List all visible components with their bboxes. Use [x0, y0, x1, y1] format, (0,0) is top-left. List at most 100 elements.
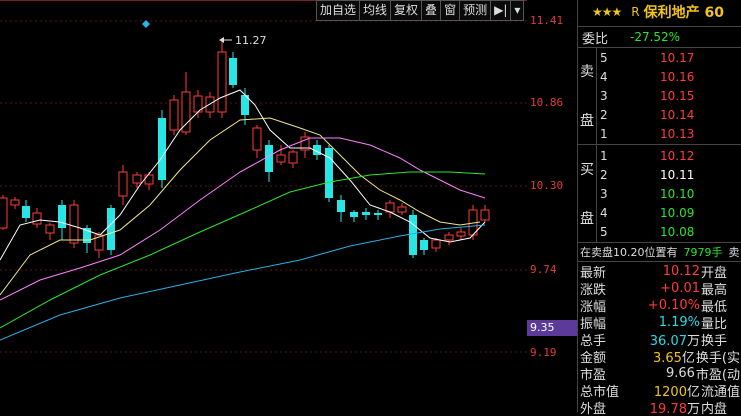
level-number: 1: [600, 148, 608, 163]
buy-level[interactable]: 4 10.09: [600, 203, 740, 222]
current-price-tag: 9.35: [527, 320, 577, 336]
candle-body: [265, 145, 273, 172]
forecast-button[interactable]: 预测: [459, 0, 492, 21]
stat-label-2: 内盘: [701, 402, 728, 416]
buy-side-label: 买 盘: [578, 145, 597, 242]
buy-level[interactable]: 2 10.11: [600, 165, 740, 184]
stat-row: 总手 36.07万 换手: [580, 331, 740, 348]
level-number: 2: [600, 107, 608, 122]
buy-book: 买 盘 1 10.12 2 10.11 3 10.10 4 10.09 5 10.08: [578, 145, 741, 243]
candle-body: [444, 234, 454, 241]
stat-label-2: 市盈(动: [695, 368, 740, 382]
ma-button[interactable]: 均线: [359, 0, 392, 21]
adjust-button[interactable]: 复权: [390, 0, 423, 21]
sell-book: 卖 盘 5 10.17 4 10.16 3 10.15 2 10.14 1 10.13: [578, 47, 741, 145]
axis-label: 10.30: [530, 179, 564, 192]
stat-row: 振幅 1.19% 量比: [580, 314, 740, 331]
order-note: 在卖盘10.20位置有 7979手 卖: [578, 243, 741, 262]
stat-label: 最新: [580, 266, 607, 280]
buy-label-1: 买: [580, 162, 594, 179]
stat-value: +0.01: [660, 281, 700, 296]
level-price: 10.17: [660, 50, 695, 65]
level-number: 5: [600, 224, 608, 239]
level-number: 5: [600, 50, 608, 65]
candle-body: [276, 154, 286, 163]
pin-icon[interactable]: ▶|: [490, 0, 512, 21]
buy-level[interactable]: 3 10.10: [600, 184, 740, 203]
stat-label-2: 换手(实: [695, 351, 740, 365]
axis-label: 10.86: [530, 96, 564, 109]
stat-label: 市盈: [580, 368, 607, 382]
candle-body: [350, 212, 358, 217]
candle-body: [252, 127, 262, 151]
rating-stars-icon: ★★★: [592, 5, 622, 19]
candle-body: [69, 204, 79, 244]
stat-label-2: 最高: [701, 283, 728, 297]
stock-name[interactable]: 保利地产 60: [644, 2, 724, 22]
note-text: 在卖盘10.20位置有: [580, 246, 678, 259]
candle-body: [181, 91, 191, 133]
candles-group: [0, 38, 490, 258]
sell-level[interactable]: 4 10.16: [600, 67, 740, 86]
candle-body: [409, 215, 417, 255]
stat-value: 1.19%: [658, 315, 700, 330]
level-price: 10.09: [660, 205, 695, 220]
level-price: 10.16: [660, 69, 695, 84]
buy-level[interactable]: 1 10.12: [600, 146, 740, 165]
window-button[interactable]: 窗: [440, 0, 461, 21]
sell-level[interactable]: 3 10.15: [600, 86, 740, 105]
level-price: 10.13: [660, 126, 695, 141]
weibi-label: 委比: [582, 31, 609, 47]
level-price: 10.15: [660, 88, 695, 103]
stat-value: 1200亿: [653, 385, 700, 399]
level-price: 10.08: [660, 224, 695, 239]
sell-level[interactable]: 1 10.13: [600, 124, 740, 143]
sell-level[interactable]: 5 10.17: [600, 48, 740, 67]
stat-value: +0.10%: [647, 298, 700, 313]
stat-row: 金额 3.65亿 换手(实: [580, 348, 740, 365]
candle-body: [58, 205, 66, 228]
stat-row: 外盘 19.78万 内盘: [580, 399, 740, 416]
stat-value: 36.07万: [649, 334, 700, 348]
stat-row: 市盈 9.66 市盈(动: [580, 365, 740, 382]
stat-row: 涨跌 +0.01 最高: [580, 280, 740, 297]
candle-body: [118, 171, 128, 197]
stat-row: 涨幅 +0.10% 最低: [580, 297, 740, 314]
candle-body: [337, 200, 345, 212]
buy-level[interactable]: 5 10.08: [600, 222, 740, 241]
level-number: 3: [600, 186, 608, 201]
add-watchlist-button[interactable]: 加自选: [316, 0, 361, 21]
level-number: 2: [600, 167, 608, 182]
more-menu-button[interactable]: ▾: [510, 0, 525, 21]
axis-label: 9.19: [530, 346, 557, 359]
candle-body: [456, 231, 466, 237]
stat-row: 最新 10.12 开盘: [580, 263, 740, 280]
level-price: 10.14: [660, 107, 695, 122]
level-number: 3: [600, 88, 608, 103]
stat-value: 10.12: [662, 264, 700, 279]
stock-header: ★★★ R 保利地产 60: [578, 0, 741, 24]
level-number: 4: [600, 69, 608, 84]
candle-body: [217, 51, 227, 113]
candle-body: [288, 151, 298, 164]
candle-body: [132, 174, 142, 184]
candle-body: [158, 118, 166, 180]
candle-body: [32, 212, 42, 225]
kline-chart[interactable]: 11.27: [0, 0, 527, 412]
overlay-button[interactable]: 叠: [421, 0, 442, 21]
stat-label-2: 开盘: [701, 266, 728, 280]
sell-label-2: 盘: [580, 112, 594, 129]
stat-value: 19.78万: [649, 402, 700, 416]
high-price-label: 11.27: [235, 34, 267, 47]
r-mark: R: [631, 5, 640, 19]
sell-level[interactable]: 2 10.14: [600, 105, 740, 124]
axis-label: 9.74: [530, 263, 557, 276]
candle-body: [169, 99, 179, 131]
candle-body: [0, 197, 8, 229]
level-price: 10.10: [660, 186, 695, 201]
level-number: 1: [600, 126, 608, 141]
candle-body: [431, 239, 441, 249]
stat-label: 振幅: [580, 317, 607, 331]
candle-body: [362, 212, 370, 215]
kline-svg: 11.27: [0, 0, 527, 353]
